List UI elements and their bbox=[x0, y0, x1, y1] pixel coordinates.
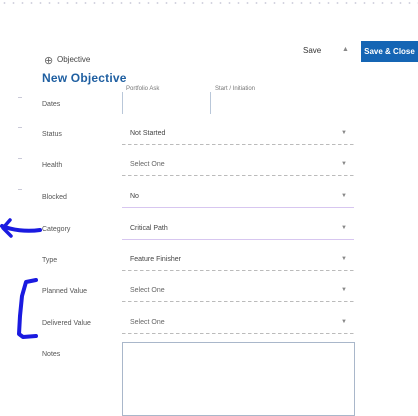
annotation-arrow bbox=[0, 224, 42, 233]
annotation-overlay bbox=[0, 218, 42, 339]
annotation-bracket bbox=[17, 278, 38, 339]
